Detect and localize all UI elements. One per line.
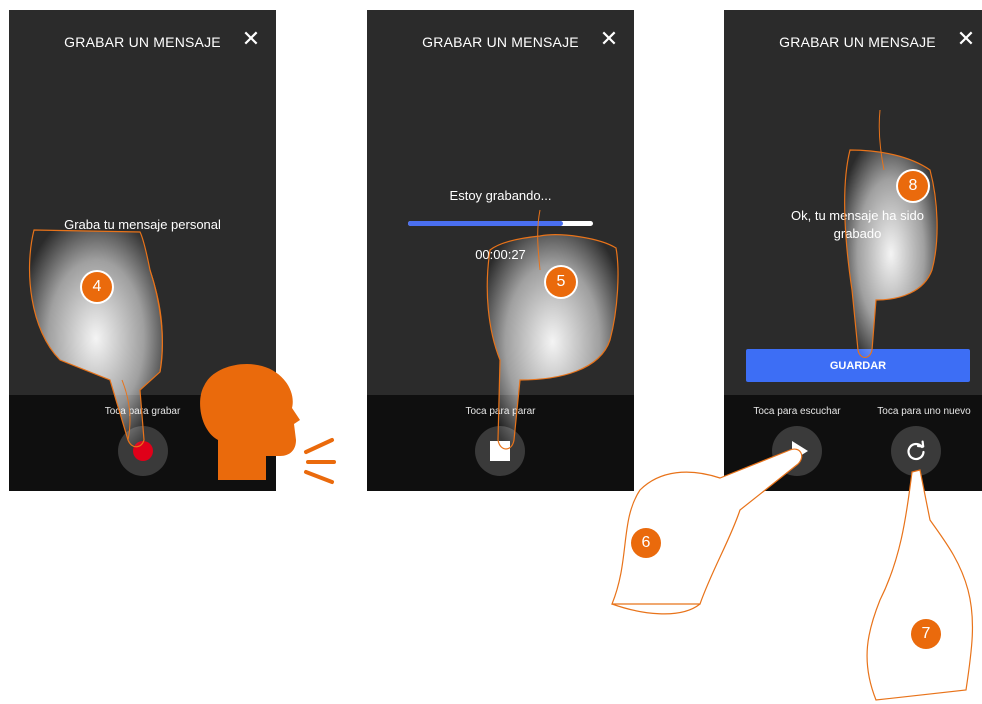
record-icon: [133, 441, 153, 461]
refresh-icon: [907, 440, 925, 461]
new-hint: Toca para uno nuevo: [877, 406, 971, 417]
recording-timer: 00:00:27: [475, 247, 526, 262]
screen-record: GRABAR UN MENSAJE ✕ Graba tu mensaje per…: [9, 10, 276, 491]
recorded-message: Ok, tu mensaje ha sido grabado: [791, 208, 924, 241]
screen-title: GRABAR UN MENSAJE: [422, 34, 579, 50]
record-prompt: Graba tu mensaje personal: [64, 217, 221, 232]
close-icon[interactable]: ✕: [955, 28, 977, 50]
recording-status: Estoy grabando...: [449, 188, 552, 203]
record-button[interactable]: [118, 426, 168, 476]
save-button[interactable]: GUARDAR: [746, 349, 970, 382]
step-badge-5: 5: [546, 267, 576, 297]
bottom-bar: Toca para escuchar Toca para uno nuevo: [724, 395, 982, 491]
play-icon: [791, 441, 808, 461]
play-button[interactable]: [772, 426, 822, 476]
step-badge-6: 6: [631, 528, 661, 558]
bottom-bar: Toca para grabar: [9, 395, 276, 491]
screen-recording: GRABAR UN MENSAJE ✕ Estoy grabando... 00…: [367, 10, 634, 491]
close-icon[interactable]: ✕: [598, 28, 620, 50]
new-recording-button[interactable]: [891, 426, 941, 476]
screen-title: GRABAR UN MENSAJE: [779, 34, 936, 50]
step-badge-4: 4: [82, 272, 112, 302]
bottom-bar: Toca para parar: [367, 395, 634, 491]
screen-recorded: GRABAR UN MENSAJE ✕ Ok, tu mensaje ha si…: [724, 10, 982, 491]
step-badge-8: 8: [898, 171, 928, 201]
close-icon[interactable]: ✕: [240, 28, 262, 50]
listen-hint: Toca para escuchar: [753, 406, 841, 417]
stop-icon: [490, 441, 510, 461]
record-hint: Toca para grabar: [104, 406, 181, 417]
step-badge-7: 7: [911, 619, 941, 649]
recording-progress-fill: [408, 221, 564, 226]
pointing-hand-refresh: [866, 469, 974, 701]
stop-button[interactable]: [475, 426, 525, 476]
screen-title: GRABAR UN MENSAJE: [64, 34, 221, 50]
recording-progress-bar: [408, 221, 593, 226]
stop-hint: Toca para parar: [465, 406, 536, 417]
